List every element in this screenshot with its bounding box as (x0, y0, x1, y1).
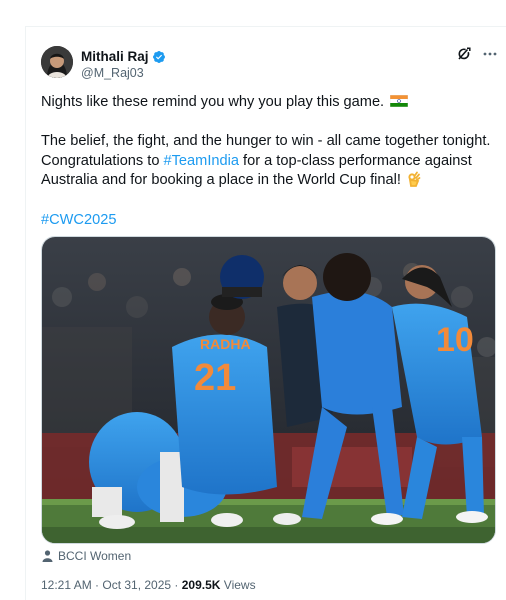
hashtag-cwc2025-line: #CWC2025 (41, 211, 491, 231)
tweet-line-1-text: Nights like these remind you why you pla… (41, 94, 385, 110)
grok-icon[interactable] (456, 46, 472, 62)
tweet-line-2: The belief, the fight, and the hunger to… (41, 133, 491, 150)
tweet-line-3: Congratulations to #TeamIndia for a top-… (41, 152, 491, 172)
tweet-text: Nights like these remind you why you pla… (41, 93, 491, 230)
tweet-line-3-post: for a top-class performance against (238, 152, 472, 169)
tweet-timestamp[interactable]: 12:21 AM · Oct 31, 2025 · (41, 578, 182, 592)
tweet-line-1: Nights like these remind you why you pla… (41, 93, 491, 113)
tweet-photo[interactable]: 21 RADHA 10 (41, 236, 496, 544)
jersey-number-10: 10 (436, 321, 474, 359)
author-name-row[interactable]: Mithali Raj (81, 49, 166, 64)
person-icon (42, 550, 53, 562)
tweet-line-3-pre: Congratulations to (41, 152, 164, 169)
hashtag-teamindia[interactable]: #TeamIndia (164, 153, 239, 169)
views-label: Views (220, 578, 256, 592)
image-credit[interactable]: BCCI Women (42, 549, 131, 563)
tweet-line-4: Australia and for booking a place in the… (41, 171, 491, 191)
tweet-actions-top (456, 46, 498, 62)
tweet-meta: 12:21 AM · Oct 31, 2025 · 209.5K Views (41, 578, 256, 592)
ok-hand-emoji (408, 171, 421, 188)
jersey-name-radha: RADHA (200, 336, 251, 352)
celebration-photo: 21 RADHA 10 (42, 237, 495, 543)
views-count: 209.5K (181, 578, 221, 592)
tweet-line-4-text: Australia and for booking a place in the… (41, 172, 401, 189)
india-flag-emoji (390, 95, 409, 107)
author-handle[interactable]: @M_Raj03 (81, 66, 144, 80)
author-name[interactable]: Mithali Raj (81, 49, 149, 64)
jersey-number-21: 21 (194, 357, 236, 399)
hashtag-cwc2025[interactable]: #CWC2025 (41, 212, 116, 228)
author-avatar[interactable] (41, 46, 73, 78)
image-credit-label: BCCI Women (58, 549, 132, 563)
more-icon[interactable] (482, 46, 498, 62)
verified-badge-icon (152, 50, 165, 63)
